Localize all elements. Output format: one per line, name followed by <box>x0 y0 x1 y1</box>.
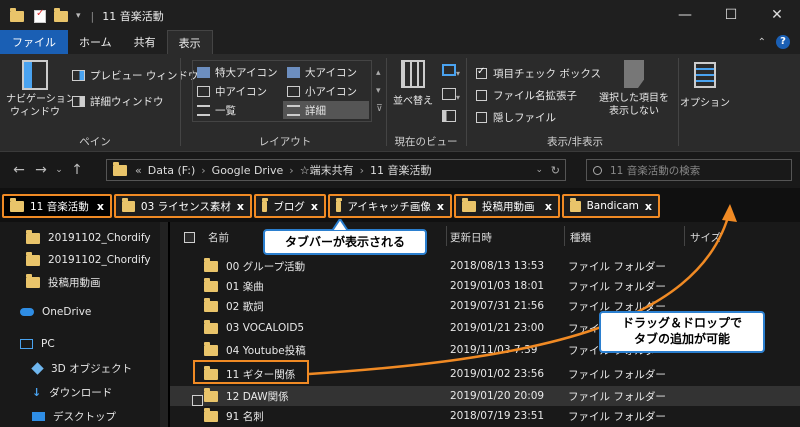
callout-dragdrop: ドラッグ＆ドロップで タブの追加が可能 <box>599 311 765 353</box>
callout-tabbar: タブバーが表示される <box>263 229 427 255</box>
callout-pointer-shape <box>330 219 350 231</box>
callout-pointer <box>330 219 350 231</box>
drag-arrow <box>308 204 737 376</box>
arrow-head-icon <box>722 204 737 222</box>
